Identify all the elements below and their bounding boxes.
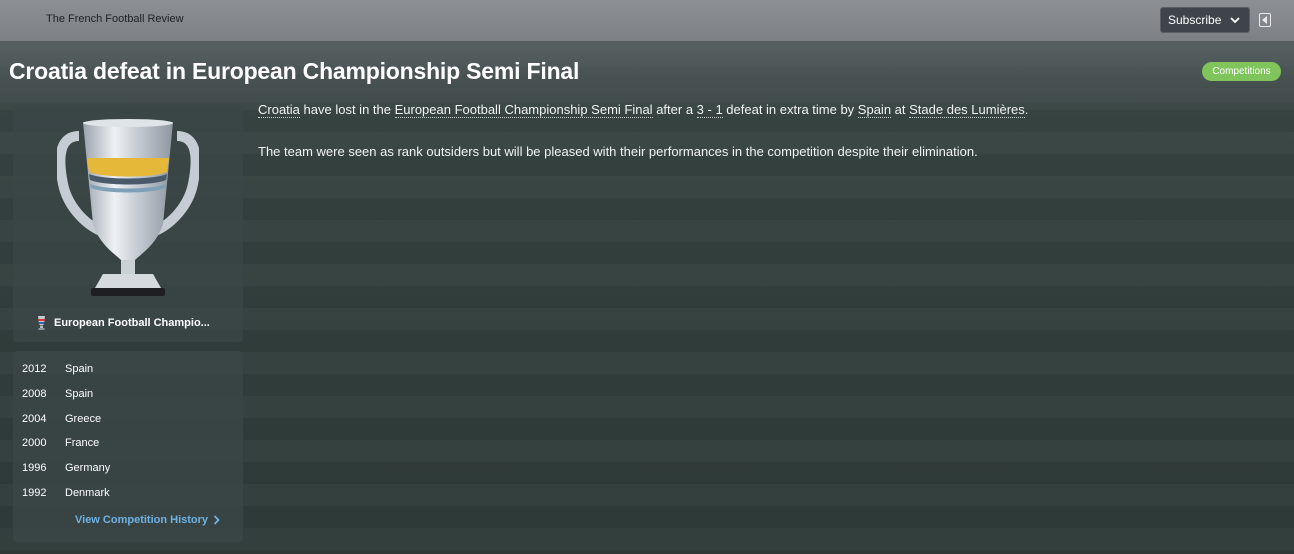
history-year: 2000 — [22, 437, 47, 449]
team-link[interactable]: Croatia — [258, 102, 300, 118]
page-title: Croatia defeat in European Championship … — [9, 58, 580, 84]
competition-name: European Football Champio... — [54, 316, 210, 329]
chevron-right-icon — [213, 515, 220, 525]
view-competition-history-label: View Competition History — [75, 514, 209, 526]
history-winner: Denmark — [65, 487, 110, 499]
history-winner: Spain — [65, 363, 94, 375]
history-row: 2004 Greece — [22, 413, 101, 425]
article-text: defeat in extra time by — [722, 102, 858, 117]
article-paragraph: The team were seen as rank outsiders but… — [258, 144, 978, 159]
history-year: 2004 — [22, 413, 47, 425]
history-row: 2008 Spain — [22, 388, 93, 400]
article-body: Croatia have lost in the European Footba… — [258, 101, 1278, 161]
chevron-down-icon — [1230, 17, 1240, 24]
history-year: 1992 — [22, 487, 47, 499]
history-row: 1992 Denmark — [22, 487, 110, 499]
history-winner: France — [65, 437, 100, 449]
history-row: 2012 Spain — [22, 363, 93, 375]
competition-link[interactable]: European Football Championship Semi Fina… — [394, 102, 653, 118]
article-paragraph: Croatia have lost in the European Footba… — [258, 101, 1278, 119]
history-row: 2000 France — [22, 437, 99, 449]
history-row: 1996 Germany — [22, 462, 110, 474]
competition-logo-icon — [38, 316, 45, 330]
history-winner: Spain — [65, 388, 94, 400]
match-score-link[interactable]: 3 - 1 — [696, 102, 723, 118]
article-text: at — [891, 102, 910, 117]
trophy-icon — [57, 119, 199, 296]
top-bar: The French Football Review Subscribe — [0, 0, 1294, 41]
history-winner: Germany — [65, 462, 111, 474]
history-year: 1996 — [22, 462, 47, 474]
opponent-link[interactable]: Spain — [857, 102, 892, 118]
stadium-link[interactable]: Stade des Lumières — [909, 102, 1025, 118]
category-tag[interactable]: Competitions — [1202, 62, 1281, 81]
competition-history-panel: 2012 Spain 2008 Spain 2004 Greece 2000 F… — [13, 351, 243, 542]
subscribe-button[interactable]: Subscribe — [1160, 7, 1250, 33]
article-text: . — [1024, 102, 1029, 117]
history-year: 2012 — [22, 363, 47, 375]
view-competition-history-link[interactable]: View Competition History — [75, 514, 220, 526]
news-source: The French Football Review — [46, 13, 184, 25]
article-text: have lost in the — [299, 102, 395, 117]
history-year: 2008 — [22, 388, 47, 400]
competition-panel: European Football Champio... — [13, 104, 243, 342]
article-text: after a — [652, 102, 697, 117]
competition-name-row[interactable]: European Football Champio... — [35, 314, 210, 331]
history-winner: Greece — [65, 413, 102, 425]
subscribe-label: Subscribe — [1168, 13, 1222, 27]
collapse-panel-icon[interactable] — [1259, 13, 1271, 27]
